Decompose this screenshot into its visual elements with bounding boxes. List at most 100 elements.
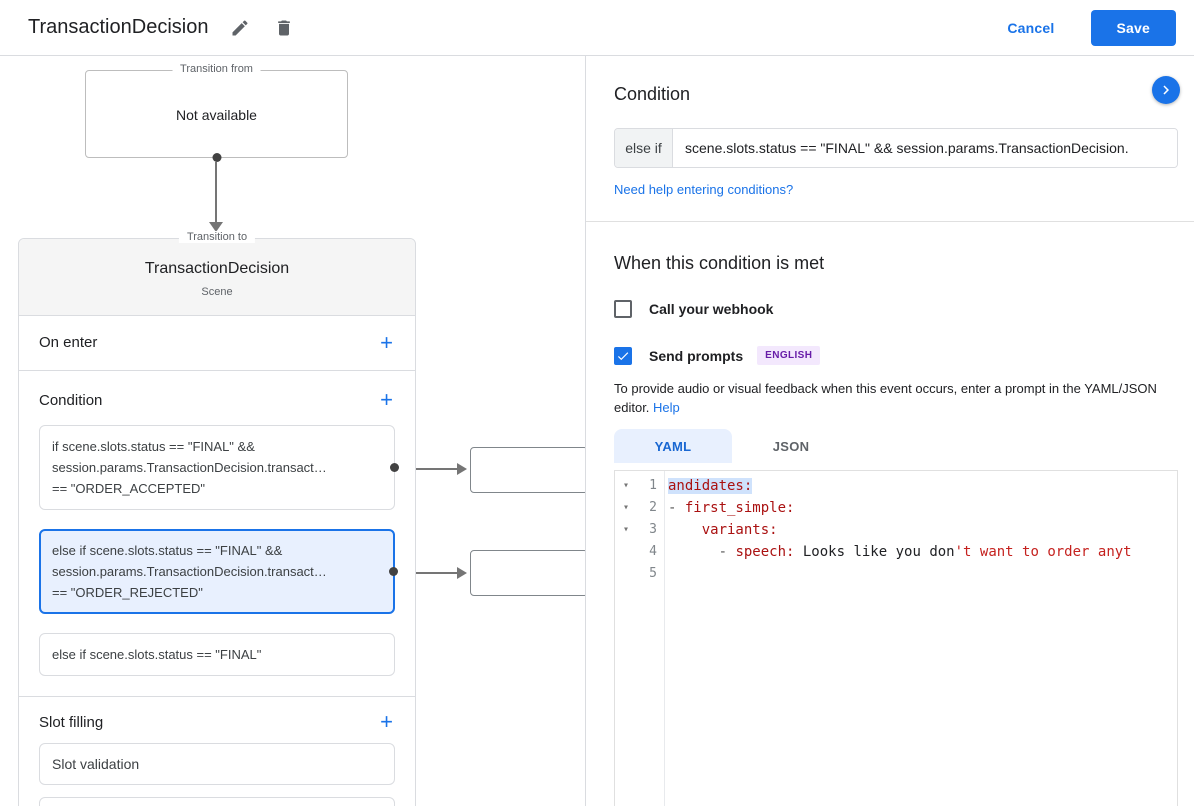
line-number: 3 bbox=[649, 522, 657, 537]
condition-line: == "ORDER_REJECTED" bbox=[52, 585, 203, 600]
webhook-checkbox[interactable] bbox=[614, 300, 632, 318]
line-number: 4 bbox=[649, 544, 657, 559]
condition2-arrow-head bbox=[457, 567, 467, 579]
transition-from-node[interactable]: Transition from Not available bbox=[85, 63, 348, 162]
cancel-button[interactable]: Cancel bbox=[1007, 20, 1054, 36]
code-token: 't want to order anyt bbox=[954, 544, 1132, 560]
delete-scene-button[interactable] bbox=[272, 16, 296, 40]
fold-toggle-icon[interactable]: ▾ bbox=[615, 519, 637, 541]
panel-title: Condition bbox=[614, 84, 691, 104]
scene-canvas: Transition from Not available Transition… bbox=[0, 56, 585, 806]
chevron-right-icon bbox=[1157, 81, 1175, 99]
transition-arrow-line bbox=[215, 162, 217, 222]
condition-line: else if scene.slots.status == "FINAL" bbox=[52, 647, 262, 662]
add-on-enter-button[interactable]: + bbox=[380, 332, 393, 354]
slot-validation-card[interactable]: Slot validation bbox=[39, 743, 395, 785]
webhook-label: Call your webhook bbox=[649, 301, 774, 317]
code-token: andidates: bbox=[668, 478, 753, 494]
code-line-1: andidates: bbox=[668, 475, 1177, 497]
plus-icon: + bbox=[380, 330, 393, 355]
code-line-2: - first_simple: bbox=[668, 497, 1177, 519]
edit-title-button[interactable] bbox=[228, 16, 252, 40]
condition-detail-panel: Condition else if Need help entering con… bbox=[585, 56, 1194, 806]
condition-help-link[interactable]: Need help entering conditions? bbox=[614, 182, 793, 197]
code-token: - bbox=[668, 500, 685, 516]
editor-tabs: YAML JSON bbox=[614, 429, 1178, 463]
condition-card-rejected[interactable]: else if scene.slots.status == "FINAL" &&… bbox=[39, 529, 398, 614]
on-enter-row: On enter + bbox=[19, 316, 415, 371]
when-met-title: When this condition is met bbox=[614, 253, 825, 273]
code-area[interactable]: andidates: - first_simple: variants: - s… bbox=[665, 471, 1177, 806]
code-line-4: - speech: Looks like you don't want to o… bbox=[668, 541, 1177, 563]
panel-header: Condition bbox=[614, 76, 1180, 106]
condition1-arrow-head bbox=[457, 463, 467, 475]
scene-header[interactable]: TransactionDecision Scene bbox=[19, 239, 415, 316]
panel-divider bbox=[586, 221, 1194, 222]
collapse-panel-button[interactable] bbox=[1152, 76, 1180, 104]
tab-yaml[interactable]: YAML bbox=[614, 429, 732, 463]
pencil-icon bbox=[230, 18, 250, 38]
condition-prefix-label: else if bbox=[615, 129, 673, 167]
send-prompts-checkbox[interactable] bbox=[614, 346, 632, 365]
transition-target-node-1[interactable] bbox=[470, 447, 585, 493]
prompts-description: To provide audio or visual feedback when… bbox=[614, 379, 1170, 417]
fold-toggle-icon[interactable]: ▾ bbox=[615, 497, 637, 519]
prompts-description-text: To provide audio or visual feedback when… bbox=[614, 381, 1157, 415]
line-number: 2 bbox=[649, 500, 657, 515]
add-slot-button[interactable]: + bbox=[380, 711, 393, 733]
slot-filling-section-head: Slot filling + bbox=[19, 709, 415, 735]
condition-card-accepted[interactable]: if scene.slots.status == "FINAL" && sess… bbox=[39, 425, 399, 510]
top-bar: TransactionDecision Cancel Save bbox=[0, 0, 1194, 56]
plus-icon: + bbox=[380, 709, 393, 734]
condition-line: == "ORDER_ACCEPTED" bbox=[52, 481, 205, 496]
webhook-row: Call your webhook bbox=[614, 300, 1178, 318]
language-badge: ENGLISH bbox=[757, 346, 821, 365]
scene-type: Scene bbox=[201, 286, 233, 298]
transition-from-label: Transition from bbox=[172, 63, 261, 75]
connector-dot bbox=[212, 153, 221, 162]
condition-section-head: Condition + bbox=[19, 387, 415, 413]
transition-to-card: Transition to TransactionDecision Scene … bbox=[18, 231, 416, 806]
condition-card-final[interactable]: else if scene.slots.status == "FINAL" bbox=[39, 633, 395, 676]
code-line-3: variants: bbox=[668, 519, 1177, 541]
yaml-code-editor: ▾ 1 ▾ 2 ▾ 3 4 5 andidates: - first_simpl bbox=[614, 470, 1178, 806]
plus-icon: + bbox=[380, 387, 393, 412]
condition-line: if scene.slots.status == "FINAL" && bbox=[52, 439, 255, 454]
prompts-help-link[interactable]: Help bbox=[653, 400, 680, 415]
checkmark-icon bbox=[616, 349, 630, 363]
condition-expression-row: else if bbox=[614, 128, 1178, 168]
transition-to-label: Transition to bbox=[178, 231, 256, 243]
slot-card-partial[interactable] bbox=[39, 797, 395, 806]
editor-gutter: ▾ 1 ▾ 2 ▾ 3 4 5 bbox=[615, 471, 665, 806]
code-token: - bbox=[668, 544, 736, 560]
fold-toggle-icon[interactable]: ▾ bbox=[615, 475, 637, 497]
connector-dot bbox=[389, 567, 398, 576]
tab-json[interactable]: JSON bbox=[732, 429, 850, 463]
gutter-row: ▾ 1 bbox=[615, 475, 664, 497]
send-prompts-row: Send prompts ENGLISH bbox=[614, 346, 1178, 365]
gutter-row: ▾ 2 bbox=[615, 497, 664, 519]
code-token: first_simple: bbox=[684, 500, 795, 516]
condition-line: session.params.TransactionDecision.trans… bbox=[52, 460, 327, 475]
gutter-row: 4 bbox=[615, 541, 664, 563]
code-token: variants: bbox=[701, 522, 778, 538]
on-enter-label: On enter bbox=[39, 334, 98, 351]
save-button[interactable]: Save bbox=[1090, 9, 1176, 46]
line-number: 5 bbox=[649, 566, 657, 581]
code-token: Looks like you don bbox=[794, 544, 955, 560]
trash-icon bbox=[274, 18, 294, 38]
gutter-row: 5 bbox=[615, 563, 664, 585]
code-token: speech: bbox=[735, 544, 795, 560]
send-prompts-label: Send prompts bbox=[649, 347, 744, 364]
condition-section: Condition + if scene.slots.status == "FI… bbox=[19, 371, 415, 697]
transition-target-node-2[interactable] bbox=[470, 550, 585, 596]
slot-filling-label: Slot filling bbox=[39, 713, 104, 731]
add-condition-button[interactable]: + bbox=[380, 389, 393, 411]
slot-filling-section: Slot filling + Slot validation bbox=[19, 697, 415, 806]
condition-expression-input[interactable] bbox=[673, 129, 1177, 167]
transition-from-value: Not available bbox=[176, 107, 257, 123]
scene-name: TransactionDecision bbox=[144, 260, 290, 277]
condition-line: session.params.TransactionDecision.trans… bbox=[52, 564, 327, 579]
